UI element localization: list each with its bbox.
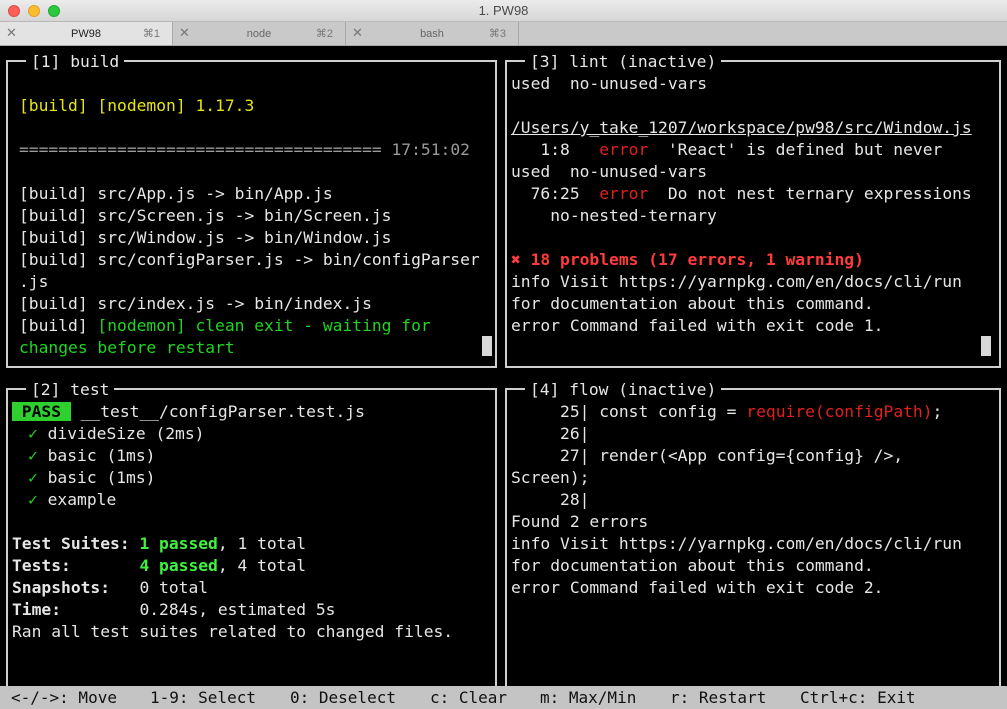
build-output-line: [build] src/configParser.js -> bin/confi… <box>19 250 480 269</box>
pane-title: [3] lint (inactive) <box>525 51 722 73</box>
nodemon-exit-line: [build] [nodemon] clean exit - waiting f… <box>19 316 431 335</box>
lint-error-line: 76:25 error Do not nest ternary expressi… <box>511 184 972 203</box>
hint-move: <-/->: Move <box>11 688 117 707</box>
lint-error-line-cont: used no-unused-vars <box>511 162 708 181</box>
title-bar: 1. PW98 <box>0 0 1007 22</box>
check-icon: ✓ <box>28 490 38 509</box>
keybinding-status-bar: <-/->: Move 1-9: Select 0: Deselect c: C… <box>0 686 1007 709</box>
hint-select: 1-9: Select <box>150 688 256 707</box>
pane-title: [4] flow (inactive) <box>525 379 722 401</box>
test-case: ✓ divideSize (2ms) <box>28 424 205 443</box>
tab-bar: ✕ PW98 ⌘1 ✕ node ⌘2 ✕ bash ⌘3 <box>0 22 1007 46</box>
pass-badge: PASS <box>12 402 71 421</box>
lint-info-line: info Visit https://yarnpkg.com/en/docs/c… <box>511 272 962 291</box>
pane-title: [2] test <box>26 379 115 401</box>
tab-pw98[interactable]: ✕ PW98 ⌘1 <box>0 22 173 45</box>
lint-info-line: for documentation about this command. <box>511 294 874 313</box>
window-title: 1. PW98 <box>478 3 529 18</box>
nodemon-version: 1.17.3 <box>185 96 255 115</box>
time-summary: Time: 0.284s, estimated 5s <box>12 600 336 619</box>
lint-error-line-cont: no-nested-ternary <box>511 206 717 225</box>
test-suites-summary: Test Suites: 1 passed, 1 total <box>12 534 307 553</box>
tab-shortcut: ⌘1 <box>142 28 160 40</box>
lint-file-path: /Users/y_take_1207/workspace/pw98/src/Wi… <box>511 118 972 137</box>
nodemon-tag: [nodemon] <box>97 96 186 115</box>
terminal-window: 1. PW98 ✕ PW98 ⌘1 ✕ node ⌘2 ✕ bash ⌘3 [1… <box>0 0 1007 709</box>
hint-maxmin: m: Max/Min <box>540 688 637 707</box>
flow-code-line: 26| <box>511 424 590 443</box>
flow-found-errors: Found 2 errors <box>511 512 649 531</box>
build-output-line: .js <box>19 272 49 291</box>
check-icon: ✓ <box>28 446 38 465</box>
lint-error-exit: error Command failed with exit code 1. <box>511 316 884 335</box>
flow-code-line: 27| render(<App config={config} />, <box>511 446 904 465</box>
tests-summary: Tests: 4 passed, 4 total <box>12 556 307 575</box>
flow-code-line: 25| const config = require(configPath); <box>511 402 943 421</box>
pane-test[interactable]: [2] test PASS __test__/configParser.test… <box>6 379 497 709</box>
test-file-line: PASS __test__/configParser.test.js <box>12 402 365 421</box>
pane-title: [1] build <box>26 51 125 73</box>
lint-error-line: 1:8 error 'React' is defined but never <box>511 140 943 159</box>
flow-code-line: 28| <box>511 490 590 509</box>
snapshots-summary: Snapshots: 0 total <box>12 578 209 597</box>
separator-line: ===================================== 17… <box>19 140 470 159</box>
tab-shortcut: ⌘3 <box>488 28 506 40</box>
scrollbar-thumb[interactable] <box>981 336 991 356</box>
pane-flow[interactable]: [4] flow (inactive) 25| const config = r… <box>505 379 1001 709</box>
terminal-content[interactable]: [1] build [build] [nodemon] 1.17.3 =====… <box>0 46 1007 709</box>
check-icon: ✓ <box>28 424 38 443</box>
tab-shortcut: ⌘2 <box>315 28 333 40</box>
build-output-line: [build] src/Window.js -> bin/Window.js <box>19 228 392 247</box>
tab-node[interactable]: ✕ node ⌘2 <box>173 22 346 45</box>
build-output-line: [build] src/App.js -> bin/App.js <box>19 184 333 203</box>
check-icon: ✓ <box>28 468 38 487</box>
timestamp: 17:51:02 <box>391 140 470 159</box>
flow-error-exit: error Command failed with exit code 2. <box>511 578 884 597</box>
flow-info-line: info Visit https://yarnpkg.com/en/docs/c… <box>511 534 962 553</box>
hint-exit: Ctrl+c: Exit <box>800 688 916 707</box>
pane-lint[interactable]: [3] lint (inactive) used no-unused-vars … <box>505 51 1001 368</box>
test-case: ✓ basic (1ms) <box>28 468 156 487</box>
test-case: ✓ example <box>28 490 117 509</box>
nodemon-exit-line-cont: changes before restart <box>19 338 235 357</box>
flow-code-line-cont: Screen); <box>511 468 590 487</box>
lint-problems-summary: ✖ 18 problems (17 errors, 1 warning) <box>511 250 864 269</box>
pane-build[interactable]: [1] build [build] [nodemon] 1.17.3 =====… <box>6 51 497 368</box>
ran-all-line: Ran all test suites related to changed f… <box>12 622 454 641</box>
test-case: ✓ basic (1ms) <box>28 446 156 465</box>
build-output-line: [build] src/Screen.js -> bin/Screen.js <box>19 206 392 225</box>
hint-clear: c: Clear <box>430 688 508 707</box>
hint-deselect: 0: Deselect <box>290 688 396 707</box>
flow-info-line: for documentation about this command. <box>511 556 874 575</box>
nodemon-version-line: [build] [nodemon] 1.17.3 <box>19 96 255 115</box>
scrollbar-thumb[interactable] <box>482 336 492 356</box>
hint-restart: r: Restart <box>670 688 767 707</box>
build-output-line: [build] src/index.js -> bin/index.js <box>19 294 372 313</box>
lint-output-line: used no-unused-vars <box>511 74 708 93</box>
tab-bash[interactable]: ✕ bash ⌘3 <box>346 22 519 45</box>
